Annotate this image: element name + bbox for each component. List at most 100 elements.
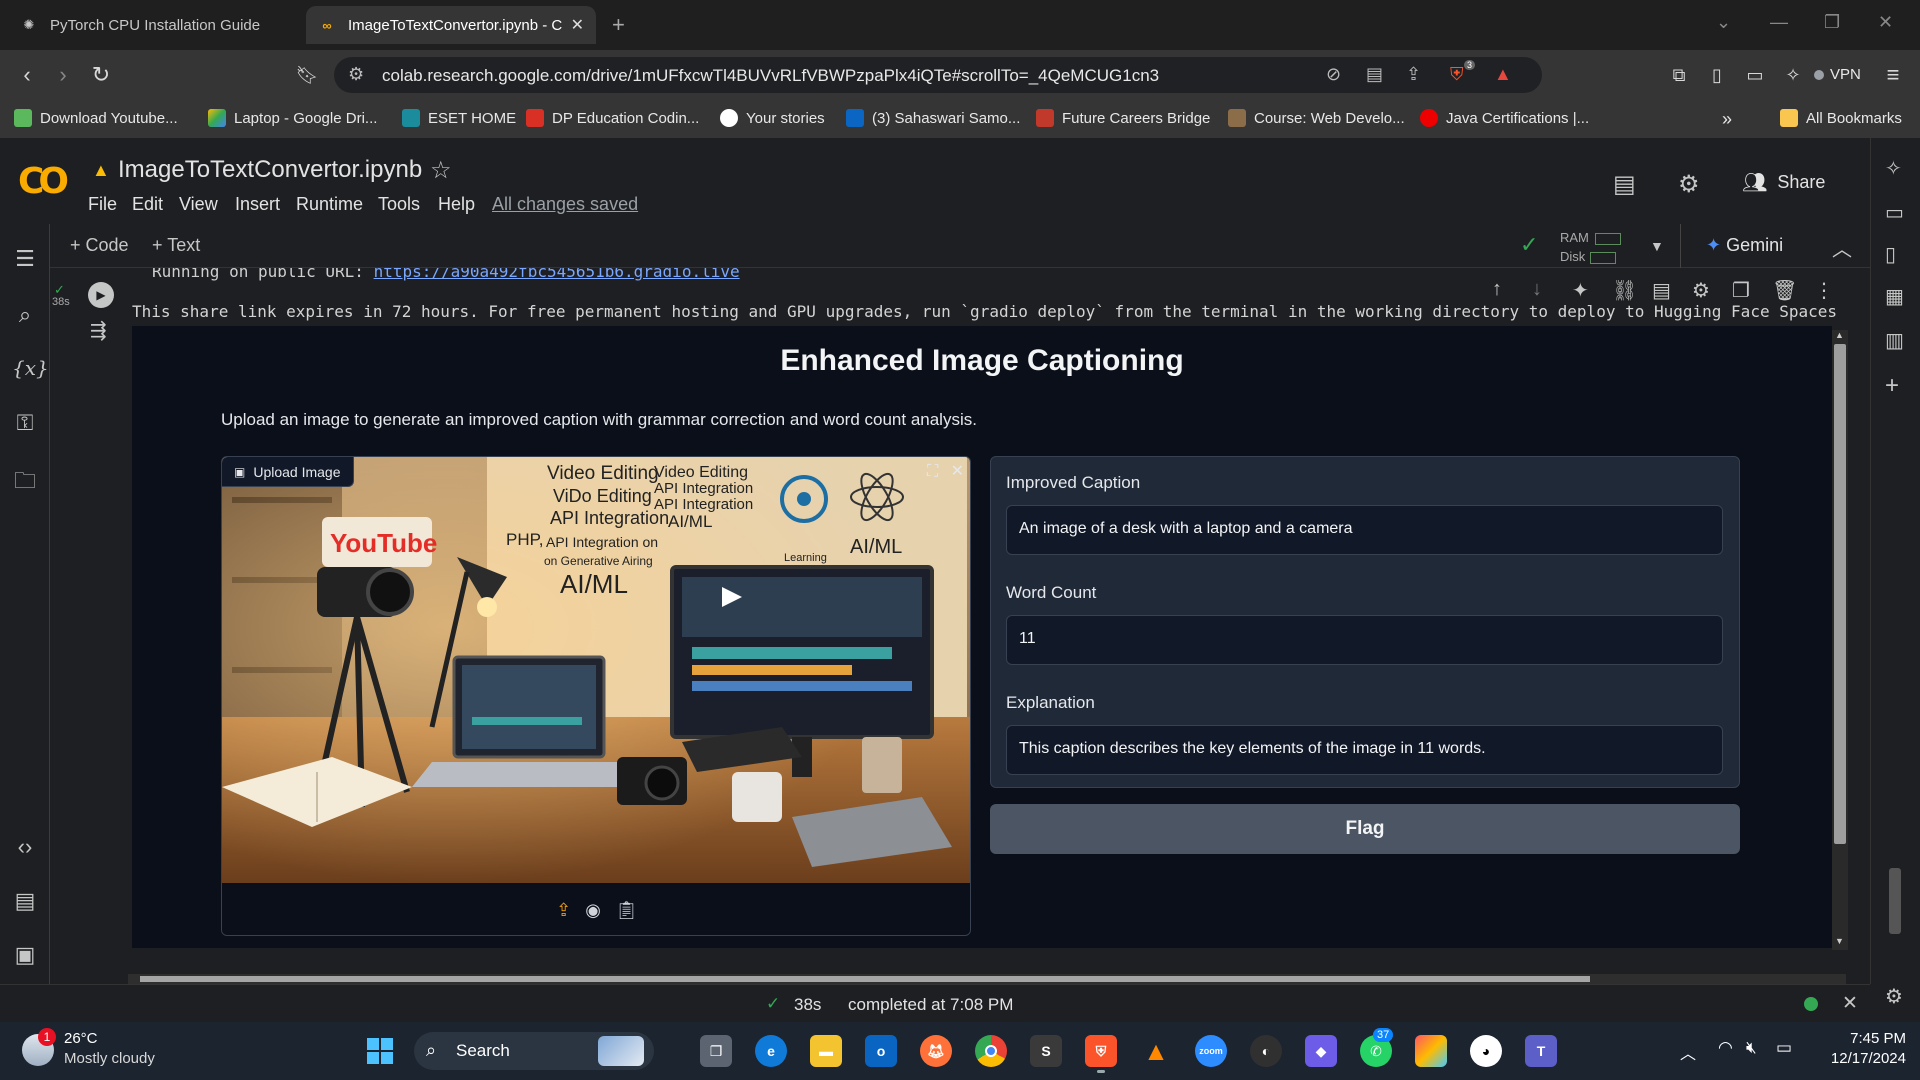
output-horizontal-scrollbar[interactable] [128,974,1846,984]
menu-help[interactable]: Help [438,194,475,215]
improved-caption-output[interactable]: An image of a desk with a laptop and a c… [1006,505,1723,555]
word-count-output[interactable]: 11 [1006,615,1723,665]
star-icon[interactable]: ☆ [430,156,452,185]
wifi-icon[interactable]: ◠ [1718,1038,1733,1058]
outlook-icon[interactable]: o [865,1035,897,1067]
omnibox[interactable]: ⚙ colab.research.google.com/drive/1mUFfx… [334,57,1542,93]
close-window-icon[interactable]: ✕ [1878,12,1893,33]
colab-logo[interactable]: CO [18,161,69,202]
brave-icon[interactable]: ⛨ [1085,1035,1117,1067]
status-duration[interactable]: 38s [794,995,821,1015]
sidebar-settings-icon[interactable]: ⚙ [1885,984,1903,1009]
show-hidden-icons-icon[interactable]: ︿ [1680,1040,1696,1064]
wallet-icon[interactable]: ▭ [1742,62,1768,88]
bookmark-item[interactable]: Future Careers Bridge [1036,109,1210,127]
close-tab-icon[interactable]: ✕ [571,15,584,35]
clear-output-icon[interactable]: ⇶ [90,318,107,343]
clipboard-icon[interactable]: 📋︎ [615,900,638,921]
microsoft-copilot-icon[interactable] [1415,1035,1447,1067]
runtime-dropdown-icon[interactable]: ▼ [1650,238,1664,254]
reader-mode-icon[interactable]: ▤ [1366,64,1383,85]
bookmark-item[interactable]: DP Education Codin... [526,109,699,127]
bookmark-item[interactable]: (3) Sahaswari Samo... [846,109,1020,127]
add-code-button[interactable]: + Code [70,235,129,256]
url-text[interactable]: colab.research.google.com/drive/1mUFfxcw… [382,66,1159,86]
forward-icon[interactable]: › [50,62,76,88]
brave-shields-icon[interactable]: ⛨ [1450,64,1464,85]
windows-start-icon[interactable] [364,1035,396,1067]
sublime-icon[interactable]: S [1030,1035,1062,1067]
all-bookmarks-button[interactable]: All Bookmarks [1780,109,1902,127]
clear-image-icon[interactable]: ✕ [951,463,964,480]
command-palette-icon[interactable]: ▤ [12,888,38,914]
variables-icon[interactable]: {x} [12,356,49,380]
image-upload-panel[interactable]: ▣ Upload Image ⛶ ✕ YouTube Video Editing… [221,456,971,936]
reading-list-icon[interactable]: ▥ [1885,328,1904,353]
leo-ai-icon[interactable]: ✧ [1780,62,1806,88]
bookmark-item[interactable]: Course: Web Develo... [1228,109,1405,127]
vpn-button[interactable]: VPN [1814,66,1861,83]
clock-date[interactable]: 12/17/2024 [1820,1050,1906,1067]
bookmark-item[interactable]: Download Youtube... [14,109,178,127]
brave-rewards-icon[interactable]: ▲ [1494,64,1512,85]
scroll-down-icon[interactable]: ▼ [1835,936,1844,946]
bookmark-item[interactable]: ESET HOME [402,109,516,127]
volume-muted-icon[interactable]: 🔇︎ [1746,1038,1757,1058]
menu-view[interactable]: View [179,194,218,215]
new-tab-icon[interactable]: + [612,12,625,38]
weather-desc[interactable]: Mostly cloudy [64,1050,155,1067]
bookmark-item[interactable]: Your stories [720,109,825,127]
scroll-up-icon[interactable]: ▲ [1835,330,1844,340]
copilot-icon[interactable]: ◆ [1305,1035,1337,1067]
resource-monitor[interactable]: RAM Disk [1560,228,1621,266]
menu-insert[interactable]: Insert [235,194,280,215]
run-cell-button[interactable]: ▶ [88,282,114,308]
back-icon[interactable]: ‹ [14,62,40,88]
gemini-button[interactable]: ✦ Gemini [1706,235,1783,256]
taskbar-search[interactable]: ⌕ Search [414,1032,654,1070]
code-snippets-icon[interactable]: ‹› [12,834,38,860]
public-url-link[interactable]: https://a90a492fbc545651b6.gradio.live [374,268,740,281]
battery-icon[interactable]: ▭ [1776,1038,1792,1058]
close-status-icon[interactable]: ✕ [1842,992,1858,1015]
explanation-output[interactable]: This caption describes the key elements … [1006,725,1723,775]
bookmark-icon[interactable]: 🔖︎ [294,62,320,88]
teams-icon[interactable]: T [1525,1035,1557,1067]
secrets-key-icon[interactable]: ⚿ [12,410,38,436]
fullscreen-icon[interactable]: ⛶ [927,463,938,480]
panel-scrollbar[interactable] [1889,868,1901,934]
upload-icon[interactable]: ⇪ [556,900,571,921]
sidebar-icon[interactable]: ▯ [1704,62,1730,88]
output-vertical-scrollbar[interactable]: ▲ ▼ [1832,330,1848,950]
github-icon[interactable]: ◕ [1470,1035,1502,1067]
file-explorer-icon[interactable]: ▬ [810,1035,842,1067]
media-icon[interactable]: ▭ [1885,200,1904,225]
add-text-button[interactable]: + Text [152,235,200,256]
edge-icon[interactable]: e [755,1035,787,1067]
obs-icon[interactable]: ◐ [1250,1035,1282,1067]
menu-tools[interactable]: Tools [378,194,420,215]
comments-icon[interactable]: ▤ [1613,170,1636,199]
camera-blocked-icon[interactable]: ⊘ [1326,64,1341,85]
connected-check-icon[interactable]: ✓ [1520,232,1538,258]
settings-gear-icon[interactable]: ⚙ [1678,170,1700,199]
chrome-icon[interactable] [975,1035,1007,1067]
bookmark-item[interactable]: Java Certifications |... [1420,109,1589,127]
firefox-icon[interactable]: 🦊︎ [920,1035,952,1067]
status-completed-text[interactable]: completed at 7:08 PM [848,995,1013,1015]
horizontal-scroll-thumb[interactable] [140,976,1590,982]
menu-file[interactable]: File [88,194,117,215]
zoom-icon[interactable]: zoom [1195,1035,1227,1067]
tab-colab-notebook[interactable]: ∞ ImageToTextConvertor.ipynb - C ✕ [306,6,596,44]
tab-pytorch-guide[interactable]: ✺ PyTorch CPU Installation Guide [8,6,298,44]
share-button[interactable]: 👥︎ Share [1742,170,1825,195]
menu-icon[interactable]: ≡ [1880,62,1906,88]
menu-edit[interactable]: Edit [132,194,163,215]
wallet-panel-icon[interactable]: ▯ [1885,242,1896,267]
vlc-icon[interactable]: ▲ [1140,1035,1172,1067]
maximize-icon[interactable]: ❐ [1824,12,1840,33]
menu-runtime[interactable]: Runtime [296,194,363,215]
tab-search-chevron-icon[interactable]: ⌄ [1716,12,1731,33]
gemini-sparkle-icon[interactable]: ✧ [1885,156,1902,181]
vertical-scroll-thumb[interactable] [1834,344,1846,844]
